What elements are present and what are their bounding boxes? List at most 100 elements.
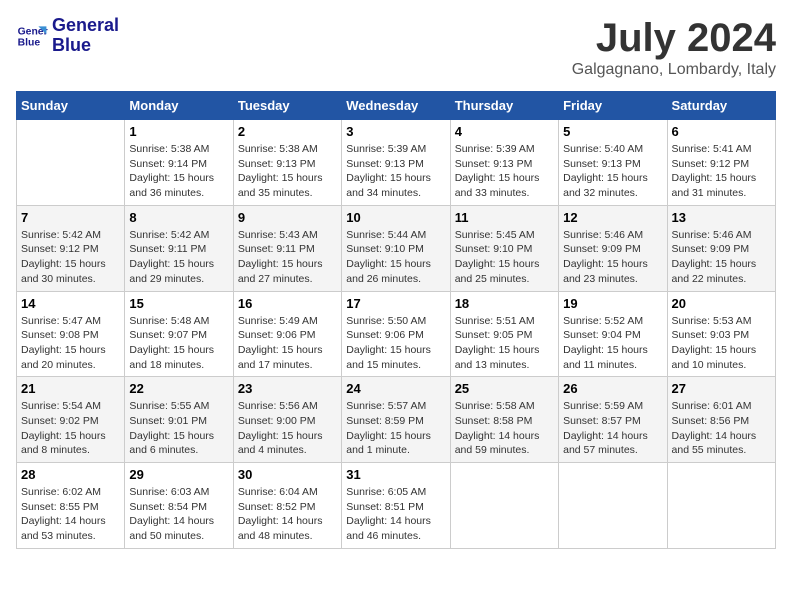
calendar-cell <box>17 120 125 206</box>
cell-info: Sunrise: 6:05 AMSunset: 8:51 PMDaylight:… <box>346 485 445 544</box>
calendar-cell: 13 Sunrise: 5:46 AMSunset: 9:09 PMDayligh… <box>667 205 775 291</box>
cell-info: Sunrise: 5:46 AMSunset: 9:09 PMDaylight:… <box>563 228 662 287</box>
day-number: 20 <box>672 296 771 311</box>
calendar-cell: 31 Sunrise: 6:05 AMSunset: 8:51 PMDayligh… <box>342 463 450 549</box>
day-number: 3 <box>346 124 445 139</box>
cell-info: Sunrise: 5:44 AMSunset: 9:10 PMDaylight:… <box>346 228 445 287</box>
day-number: 16 <box>238 296 337 311</box>
calendar-cell: 16 Sunrise: 5:49 AMSunset: 9:06 PMDayligh… <box>233 291 341 377</box>
cell-info: Sunrise: 5:50 AMSunset: 9:06 PMDaylight:… <box>346 314 445 373</box>
calendar-cell: 3 Sunrise: 5:39 AMSunset: 9:13 PMDaylight… <box>342 120 450 206</box>
header-day-friday: Friday <box>559 92 667 120</box>
day-number: 12 <box>563 210 662 225</box>
calendar-cell: 4Sunrise: 5:39 AMSunset: 9:13 PMDaylight… <box>450 120 558 206</box>
header-day-saturday: Saturday <box>667 92 775 120</box>
cell-info: Sunrise: 5:39 AMSunset: 9:13 PMDaylight:… <box>455 142 554 201</box>
week-row-5: 28Sunrise: 6:02 AMSunset: 8:55 PMDayligh… <box>17 463 776 549</box>
day-number: 7 <box>21 210 120 225</box>
cell-info: Sunrise: 5:45 AMSunset: 9:10 PMDaylight:… <box>455 228 554 287</box>
logo-icon: General Blue <box>16 20 48 52</box>
day-number: 28 <box>21 467 120 482</box>
day-number: 24 <box>346 381 445 396</box>
calendar-cell: 19 Sunrise: 5:52 AMSunset: 9:04 PMDayligh… <box>559 291 667 377</box>
calendar-cell: 22Sunrise: 5:55 AMSunset: 9:01 PMDayligh… <box>125 377 233 463</box>
day-number: 31 <box>346 467 445 482</box>
header-day-thursday: Thursday <box>450 92 558 120</box>
cell-info: Sunrise: 5:51 AMSunset: 9:05 PMDaylight:… <box>455 314 554 373</box>
cell-info: Sunrise: 5:42 AMSunset: 9:12 PMDaylight:… <box>21 228 120 287</box>
cell-info: Sunrise: 6:04 AMSunset: 8:52 PMDaylight:… <box>238 485 337 544</box>
cell-info: Sunrise: 5:54 AMSunset: 9:02 PMDaylight:… <box>21 399 120 458</box>
day-number: 18 <box>455 296 554 311</box>
calendar-cell: 20 Sunrise: 5:53 AMSunset: 9:03 PMDayligh… <box>667 291 775 377</box>
day-number: 5 <box>563 124 662 139</box>
week-row-4: 21 Sunrise: 5:54 AMSunset: 9:02 PMDayligh… <box>17 377 776 463</box>
calendar-cell: 23 Sunrise: 5:56 AMSunset: 9:00 PMDayligh… <box>233 377 341 463</box>
day-number: 22 <box>129 381 228 396</box>
day-number: 15 <box>129 296 228 311</box>
month-title: July 2024 <box>572 16 776 61</box>
cell-info: Sunrise: 5:59 AMSunset: 8:57 PMDaylight:… <box>563 399 662 458</box>
calendar-table: SundayMondayTuesdayWednesdayThursdayFrid… <box>16 91 776 549</box>
day-number: 19 <box>563 296 662 311</box>
calendar-cell: 30 Sunrise: 6:04 AMSunset: 8:52 PMDayligh… <box>233 463 341 549</box>
week-row-3: 14Sunrise: 5:47 AMSunset: 9:08 PMDayligh… <box>17 291 776 377</box>
calendar-cell: 27Sunrise: 6:01 AMSunset: 8:56 PMDayligh… <box>667 377 775 463</box>
day-number: 29 <box>129 467 228 482</box>
calendar-body: 1 Sunrise: 5:38 AMSunset: 9:14 PMDaylight… <box>17 120 776 549</box>
cell-info: Sunrise: 5:49 AMSunset: 9:06 PMDaylight:… <box>238 314 337 373</box>
calendar-cell: 15 Sunrise: 5:48 AMSunset: 9:07 PMDayligh… <box>125 291 233 377</box>
calendar-cell: 11Sunrise: 5:45 AMSunset: 9:10 PMDayligh… <box>450 205 558 291</box>
day-number: 25 <box>455 381 554 396</box>
calendar-cell: 2 Sunrise: 5:38 AMSunset: 9:13 PMDaylight… <box>233 120 341 206</box>
day-number: 21 <box>21 381 120 396</box>
calendar-cell <box>667 463 775 549</box>
cell-info: Sunrise: 5:38 AMSunset: 9:14 PMDaylight:… <box>129 142 228 201</box>
cell-info: Sunrise: 5:38 AMSunset: 9:13 PMDaylight:… <box>238 142 337 201</box>
cell-info: Sunrise: 5:40 AMSunset: 9:13 PMDaylight:… <box>563 142 662 201</box>
svg-text:Blue: Blue <box>18 37 41 48</box>
cell-info: Sunrise: 5:39 AMSunset: 9:13 PMDaylight:… <box>346 142 445 201</box>
cell-info: Sunrise: 5:42 AMSunset: 9:11 PMDaylight:… <box>129 228 228 287</box>
day-number: 9 <box>238 210 337 225</box>
day-number: 10 <box>346 210 445 225</box>
cell-info: Sunrise: 5:56 AMSunset: 9:00 PMDaylight:… <box>238 399 337 458</box>
cell-info: Sunrise: 5:48 AMSunset: 9:07 PMDaylight:… <box>129 314 228 373</box>
page-header: General Blue General Blue July 2024 Galg… <box>16 16 776 79</box>
logo: General Blue General Blue <box>16 16 119 56</box>
cell-info: Sunrise: 6:03 AMSunset: 8:54 PMDaylight:… <box>129 485 228 544</box>
calendar-cell: 10 Sunrise: 5:44 AMSunset: 9:10 PMDayligh… <box>342 205 450 291</box>
location-title: Galgagnano, Lombardy, Italy <box>572 61 776 79</box>
cell-info: Sunrise: 5:53 AMSunset: 9:03 PMDaylight:… <box>672 314 771 373</box>
calendar-cell: 17Sunrise: 5:50 AMSunset: 9:06 PMDayligh… <box>342 291 450 377</box>
cell-info: Sunrise: 5:46 AMSunset: 9:09 PMDaylight:… <box>672 228 771 287</box>
cell-info: Sunrise: 5:41 AMSunset: 9:12 PMDaylight:… <box>672 142 771 201</box>
calendar-cell: 18 Sunrise: 5:51 AMSunset: 9:05 PMDayligh… <box>450 291 558 377</box>
week-row-2: 7 Sunrise: 5:42 AMSunset: 9:12 PMDaylight… <box>17 205 776 291</box>
day-number: 2 <box>238 124 337 139</box>
cell-info: Sunrise: 5:52 AMSunset: 9:04 PMDaylight:… <box>563 314 662 373</box>
calendar-cell <box>559 463 667 549</box>
day-number: 1 <box>129 124 228 139</box>
day-number: 6 <box>672 124 771 139</box>
day-number: 14 <box>21 296 120 311</box>
day-number: 23 <box>238 381 337 396</box>
cell-info: Sunrise: 5:58 AMSunset: 8:58 PMDaylight:… <box>455 399 554 458</box>
calendar-cell <box>450 463 558 549</box>
calendar-cell: 25 Sunrise: 5:58 AMSunset: 8:58 PMDayligh… <box>450 377 558 463</box>
week-row-1: 1 Sunrise: 5:38 AMSunset: 9:14 PMDaylight… <box>17 120 776 206</box>
day-number: 8 <box>129 210 228 225</box>
calendar-cell: 14Sunrise: 5:47 AMSunset: 9:08 PMDayligh… <box>17 291 125 377</box>
calendar-cell: 21 Sunrise: 5:54 AMSunset: 9:02 PMDayligh… <box>17 377 125 463</box>
calendar-cell: 12 Sunrise: 5:46 AMSunset: 9:09 PMDayligh… <box>559 205 667 291</box>
calendar-cell: 6 Sunrise: 5:41 AMSunset: 9:12 PMDaylight… <box>667 120 775 206</box>
day-number: 30 <box>238 467 337 482</box>
day-number: 13 <box>672 210 771 225</box>
calendar-cell: 28Sunrise: 6:02 AMSunset: 8:55 PMDayligh… <box>17 463 125 549</box>
header-day-tuesday: Tuesday <box>233 92 341 120</box>
calendar-cell: 1 Sunrise: 5:38 AMSunset: 9:14 PMDaylight… <box>125 120 233 206</box>
calendar-cell: 24Sunrise: 5:57 AMSunset: 8:59 PMDayligh… <box>342 377 450 463</box>
cell-info: Sunrise: 5:43 AMSunset: 9:11 PMDaylight:… <box>238 228 337 287</box>
calendar-cell: 5 Sunrise: 5:40 AMSunset: 9:13 PMDaylight… <box>559 120 667 206</box>
header-day-wednesday: Wednesday <box>342 92 450 120</box>
